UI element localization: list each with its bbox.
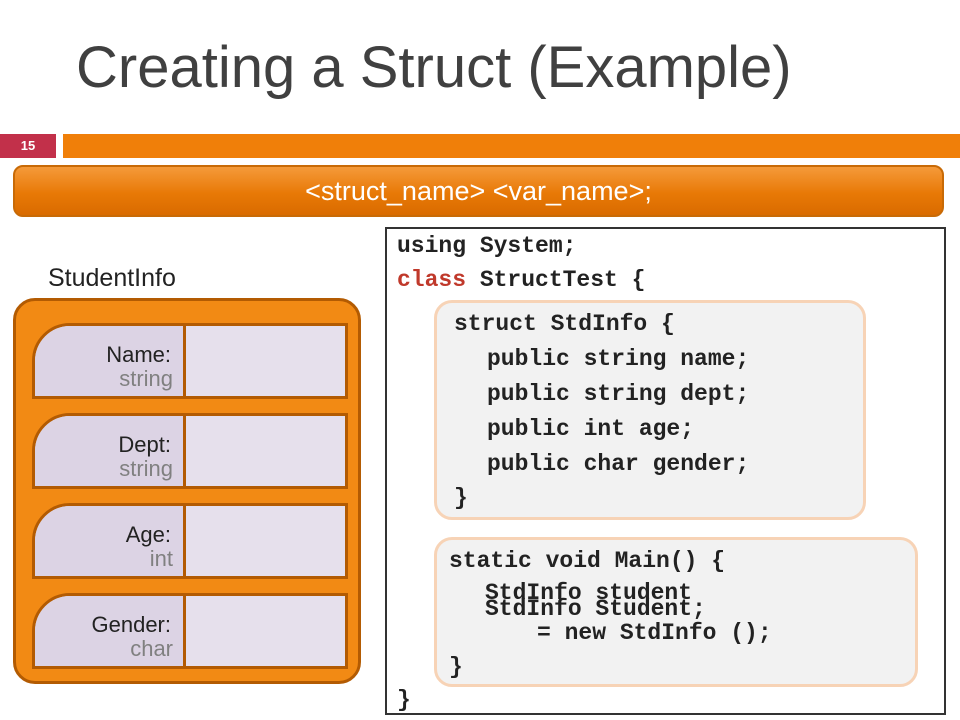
field-name: Age:	[125, 522, 171, 547]
struct-diagram-label: StudentInfo	[48, 264, 176, 292]
field-type: string	[119, 366, 173, 391]
field-label-area: Age: int	[35, 506, 186, 576]
struct-field-dept: Dept: string	[32, 413, 348, 489]
struct-field-gender: Gender: char	[32, 593, 348, 669]
struct-field-age: Age: int	[32, 503, 348, 579]
code-struct-decl: struct StdInfo {	[454, 311, 675, 337]
code-line-using: using System;	[397, 233, 577, 259]
struct-definition-box: struct StdInfo { public string name; pub…	[434, 300, 866, 520]
code-line-class: class StructTest {	[397, 267, 645, 293]
code-stmt-new: = new StdInfo ();	[537, 620, 772, 646]
field-label-area: Dept: string	[35, 416, 186, 486]
syntax-banner: <struct_name> <var_name>;	[13, 165, 944, 217]
code-stmt-student-overlap: StdInfo Student;	[485, 596, 706, 622]
code-panel: using System; class StructTest { struct …	[385, 227, 946, 715]
class-keyword: class	[397, 267, 467, 293]
field-name: Gender:	[91, 612, 172, 637]
struct-field-name: Name: string	[32, 323, 348, 399]
slide-title: Creating a Struct (Example)	[76, 35, 792, 100]
field-label-area: Name: string	[35, 326, 186, 396]
field-type: string	[119, 456, 173, 481]
code-member-name: public string name;	[487, 346, 750, 372]
field-value-slot	[186, 596, 345, 666]
field-value-slot	[186, 506, 345, 576]
code-member-age: public int age;	[487, 416, 695, 442]
field-value-slot	[186, 326, 345, 396]
code-class-close: }	[397, 687, 411, 713]
code-member-gender: public char gender;	[487, 451, 750, 477]
field-type: int	[149, 546, 173, 571]
main-method-box: static void Main() { StdInfo student Std…	[434, 537, 918, 687]
field-value-slot	[186, 416, 345, 486]
code-main-decl: static void Main() {	[449, 548, 726, 574]
header-accent-bar	[63, 134, 960, 158]
code-struct-close: }	[454, 485, 468, 511]
code-main-close: }	[449, 654, 463, 680]
field-name: Dept:	[118, 432, 171, 457]
code-member-dept: public string dept;	[487, 381, 750, 407]
field-name: Name:	[106, 342, 171, 367]
slide-number: 15	[0, 134, 56, 158]
class-name: StructTest {	[466, 267, 646, 293]
field-type: char	[130, 636, 173, 661]
struct-diagram: Name: string Dept: string Age: int Gende…	[13, 298, 361, 684]
field-label-area: Gender: char	[35, 596, 186, 666]
